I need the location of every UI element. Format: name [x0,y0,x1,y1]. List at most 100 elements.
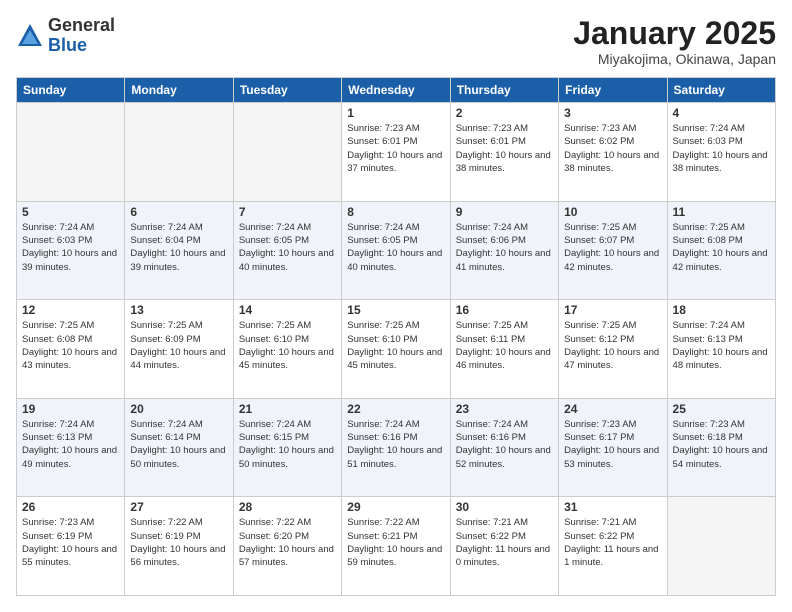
day-number: 8 [347,205,444,219]
day-cell: 13 Sunrise: 7:25 AM Sunset: 6:09 PM Dayli… [125,300,233,399]
day-info: Sunrise: 7:24 AM Sunset: 6:16 PM Dayligh… [456,418,553,471]
day-cell: 12 Sunrise: 7:25 AM Sunset: 6:08 PM Dayli… [17,300,125,399]
day-cell: 11 Sunrise: 7:25 AM Sunset: 6:08 PM Dayli… [667,201,775,300]
day-info: Sunrise: 7:21 AM Sunset: 6:22 PM Dayligh… [564,516,661,569]
day-info: Sunrise: 7:25 AM Sunset: 6:10 PM Dayligh… [239,319,336,372]
week-row-5: 26Sunrise: 7:23 AM Sunset: 6:19 PM Dayli… [17,497,776,596]
day-cell: 14 Sunrise: 7:25 AM Sunset: 6:10 PM Dayli… [233,300,341,399]
day-info: Sunrise: 7:25 AM Sunset: 6:09 PM Dayligh… [130,319,227,372]
header: General Blue January 2025 Miyakojima, Ok… [16,16,776,67]
day-info: Sunrise: 7:24 AM Sunset: 6:04 PM Dayligh… [130,221,227,274]
day-number: 5 [22,205,119,219]
header-day-monday: Monday [125,78,233,103]
day-number: 17 [564,303,661,317]
day-info: Sunrise: 7:25 AM Sunset: 6:12 PM Dayligh… [564,319,661,372]
day-info: Sunrise: 7:22 AM Sunset: 6:19 PM Dayligh… [130,516,227,569]
day-cell: 18Sunrise: 7:24 AM Sunset: 6:13 PM Dayli… [667,300,775,399]
day-number: 10 [564,205,661,219]
week-row-2: 5 Sunrise: 7:24 AM Sunset: 6:03 PM Daylig… [17,201,776,300]
day-cell [667,497,775,596]
day-info: Sunrise: 7:23 AM Sunset: 6:17 PM Dayligh… [564,418,661,471]
day-number: 11 [673,205,770,219]
day-number: 2 [456,106,553,120]
day-number: 20 [130,402,227,416]
day-cell: 23 Sunrise: 7:24 AM Sunset: 6:16 PM Dayli… [450,398,558,497]
day-cell: 30 Sunrise: 7:21 AM Sunset: 6:22 PM Dayli… [450,497,558,596]
page: General Blue January 2025 Miyakojima, Ok… [0,0,792,612]
day-cell: 5 Sunrise: 7:24 AM Sunset: 6:03 PM Daylig… [17,201,125,300]
day-cell: 1Sunrise: 7:23 AM Sunset: 6:01 PM Daylig… [342,103,450,202]
day-number: 13 [130,303,227,317]
day-cell: 29 Sunrise: 7:22 AM Sunset: 6:21 PM Dayli… [342,497,450,596]
day-info: Sunrise: 7:25 AM Sunset: 6:08 PM Dayligh… [22,319,119,372]
day-info: Sunrise: 7:24 AM Sunset: 6:16 PM Dayligh… [347,418,444,471]
day-number: 6 [130,205,227,219]
day-cell: 22 Sunrise: 7:24 AM Sunset: 6:16 PM Dayli… [342,398,450,497]
day-number: 23 [456,402,553,416]
day-info: Sunrise: 7:23 AM Sunset: 6:01 PM Dayligh… [456,122,553,175]
day-number: 22 [347,402,444,416]
calendar-title: January 2025 [573,16,776,51]
day-info: Sunrise: 7:25 AM Sunset: 6:07 PM Dayligh… [564,221,661,274]
day-cell: 21 Sunrise: 7:24 AM Sunset: 6:15 PM Dayli… [233,398,341,497]
day-number: 12 [22,303,119,317]
day-cell: 25Sunrise: 7:23 AM Sunset: 6:18 PM Dayli… [667,398,775,497]
logo: General Blue [16,16,115,56]
day-cell: 27Sunrise: 7:22 AM Sunset: 6:19 PM Dayli… [125,497,233,596]
day-info: Sunrise: 7:25 AM Sunset: 6:11 PM Dayligh… [456,319,553,372]
day-info: Sunrise: 7:23 AM Sunset: 6:18 PM Dayligh… [673,418,770,471]
day-info: Sunrise: 7:25 AM Sunset: 6:08 PM Dayligh… [673,221,770,274]
header-day-wednesday: Wednesday [342,78,450,103]
day-number: 16 [456,303,553,317]
day-number: 31 [564,500,661,514]
title-block: January 2025 Miyakojima, Okinawa, Japan [573,16,776,67]
day-number: 7 [239,205,336,219]
day-info: Sunrise: 7:22 AM Sunset: 6:20 PM Dayligh… [239,516,336,569]
day-info: Sunrise: 7:22 AM Sunset: 6:21 PM Dayligh… [347,516,444,569]
day-info: Sunrise: 7:24 AM Sunset: 6:05 PM Dayligh… [239,221,336,274]
week-row-4: 19 Sunrise: 7:24 AM Sunset: 6:13 PM Dayli… [17,398,776,497]
day-cell: 3 Sunrise: 7:23 AM Sunset: 6:02 PM Daylig… [559,103,667,202]
day-cell: 10 Sunrise: 7:25 AM Sunset: 6:07 PM Dayli… [559,201,667,300]
header-day-saturday: Saturday [667,78,775,103]
day-number: 30 [456,500,553,514]
logo-text: General Blue [48,16,115,56]
header-day-thursday: Thursday [450,78,558,103]
day-cell: 6 Sunrise: 7:24 AM Sunset: 6:04 PM Daylig… [125,201,233,300]
day-info: Sunrise: 7:24 AM Sunset: 6:05 PM Dayligh… [347,221,444,274]
header-row: SundayMondayTuesdayWednesdayThursdayFrid… [17,78,776,103]
day-cell: 26Sunrise: 7:23 AM Sunset: 6:19 PM Dayli… [17,497,125,596]
day-number: 9 [456,205,553,219]
day-number: 18 [673,303,770,317]
day-number: 29 [347,500,444,514]
day-cell: 15 Sunrise: 7:25 AM Sunset: 6:10 PM Dayli… [342,300,450,399]
day-cell: 17 Sunrise: 7:25 AM Sunset: 6:12 PM Dayli… [559,300,667,399]
day-info: Sunrise: 7:21 AM Sunset: 6:22 PM Dayligh… [456,516,553,569]
day-cell [17,103,125,202]
day-number: 4 [673,106,770,120]
day-info: Sunrise: 7:23 AM Sunset: 6:02 PM Dayligh… [564,122,661,175]
day-info: Sunrise: 7:23 AM Sunset: 6:19 PM Dayligh… [22,516,119,569]
day-info: Sunrise: 7:24 AM Sunset: 6:14 PM Dayligh… [130,418,227,471]
day-cell [233,103,341,202]
day-info: Sunrise: 7:25 AM Sunset: 6:10 PM Dayligh… [347,319,444,372]
week-row-1: 1Sunrise: 7:23 AM Sunset: 6:01 PM Daylig… [17,103,776,202]
day-info: Sunrise: 7:24 AM Sunset: 6:03 PM Dayligh… [673,122,770,175]
header-day-tuesday: Tuesday [233,78,341,103]
day-number: 3 [564,106,661,120]
day-info: Sunrise: 7:23 AM Sunset: 6:01 PM Dayligh… [347,122,444,175]
day-info: Sunrise: 7:24 AM Sunset: 6:15 PM Dayligh… [239,418,336,471]
logo-general: General [48,15,115,35]
day-number: 28 [239,500,336,514]
day-number: 14 [239,303,336,317]
day-number: 24 [564,402,661,416]
day-number: 19 [22,402,119,416]
day-number: 15 [347,303,444,317]
day-number: 21 [239,402,336,416]
day-cell: 19 Sunrise: 7:24 AM Sunset: 6:13 PM Dayli… [17,398,125,497]
calendar-table: SundayMondayTuesdayWednesdayThursdayFrid… [16,77,776,596]
day-cell: 24 Sunrise: 7:23 AM Sunset: 6:17 PM Dayli… [559,398,667,497]
day-info: Sunrise: 7:24 AM Sunset: 6:13 PM Dayligh… [22,418,119,471]
day-cell [125,103,233,202]
day-info: Sunrise: 7:24 AM Sunset: 6:03 PM Dayligh… [22,221,119,274]
